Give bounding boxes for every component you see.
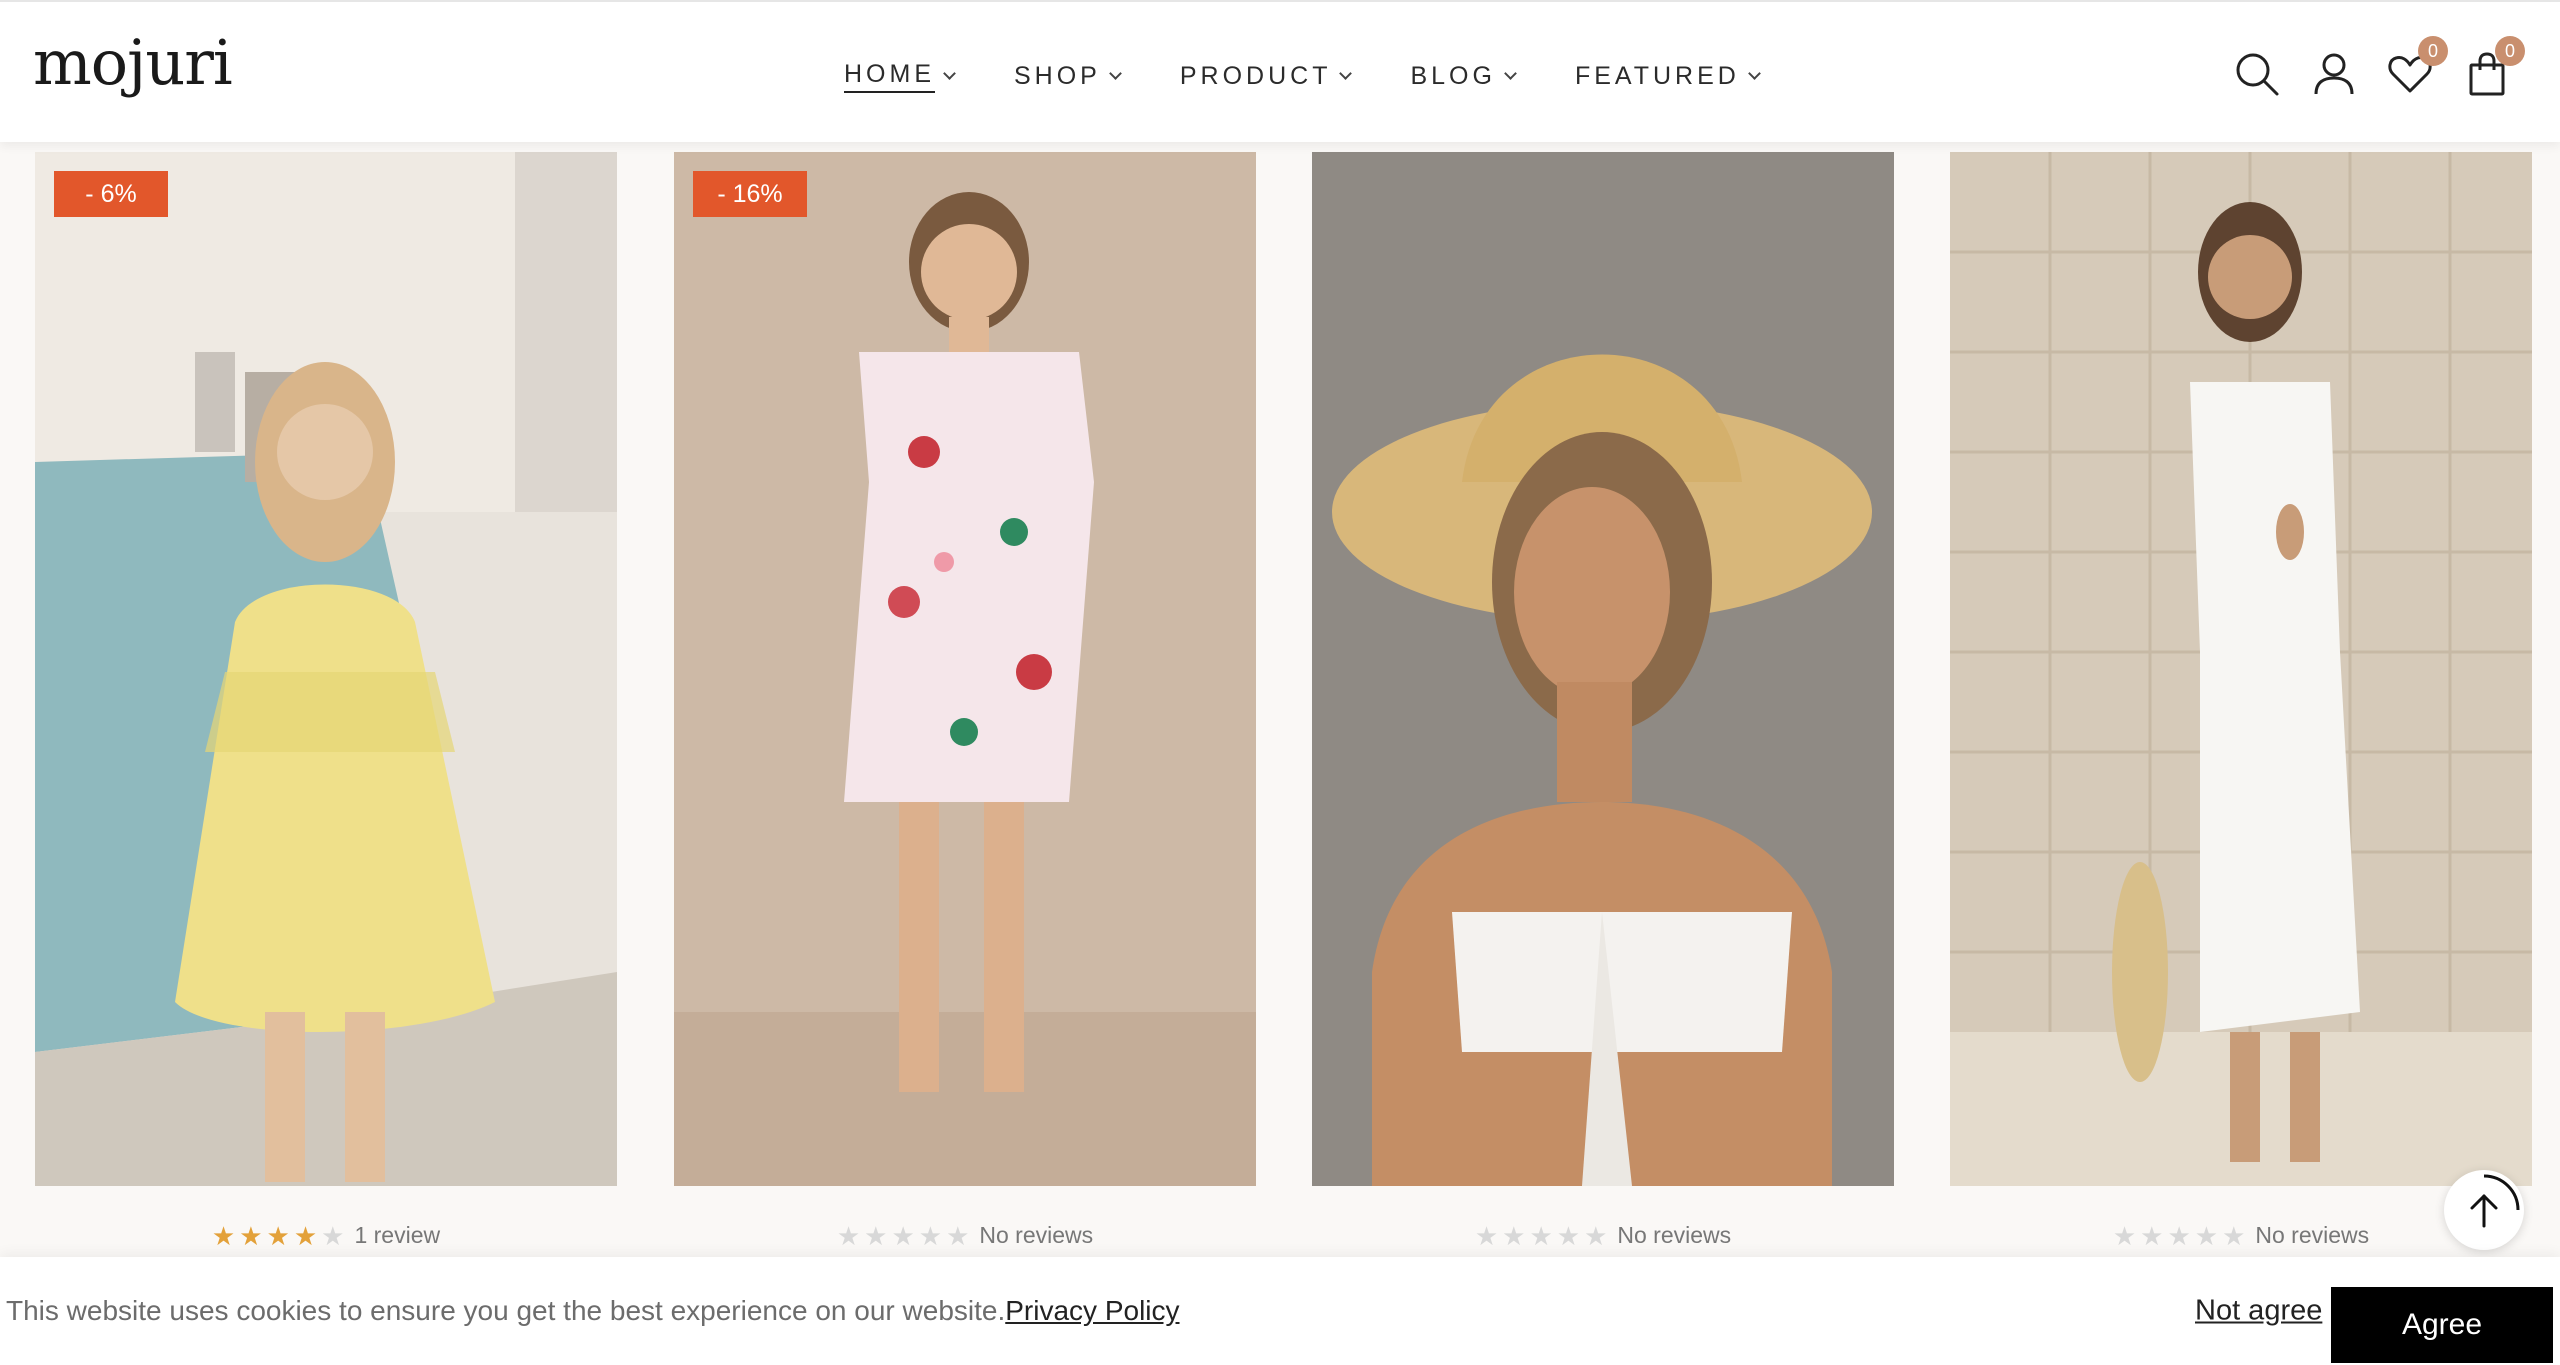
sale-badge: - 6% <box>54 171 168 217</box>
cart-count-badge: 0 <box>2495 36 2525 66</box>
star-icon: ★ <box>2167 1220 2191 1251</box>
product-card[interactable]: - 6% ★ ★ ★ ★ ★ 1 review <box>35 152 617 1249</box>
cart-button[interactable]: 0 <box>2463 36 2525 98</box>
star-icon: ★ <box>864 1220 888 1251</box>
nav-shop[interactable]: SHOP <box>1014 60 1122 93</box>
agree-button[interactable]: Agree <box>2331 1287 2553 1363</box>
sale-badge: - 16% <box>693 171 807 217</box>
cookie-text: This website uses cookies to ensure you … <box>6 1295 1006 1326</box>
product-card[interactable]: ★ ★ ★ ★ ★ No reviews <box>1950 152 2532 1249</box>
wishlist-count-badge: 0 <box>2418 36 2448 66</box>
main-nav: HOME SHOP PRODUCT BLOG FEATURED <box>844 60 1761 93</box>
scroll-top-button[interactable] <box>2444 1170 2524 1250</box>
review-count[interactable]: No reviews <box>979 1222 1093 1249</box>
star-icon: ★ <box>1474 1220 1499 1251</box>
site-header: mojuri HOME SHOP PRODUCT BLOG FEATURED 0… <box>0 0 2560 142</box>
star-icon: ★ <box>918 1220 943 1251</box>
star-icon: ★ <box>836 1220 861 1251</box>
chevron-down-icon <box>943 67 956 80</box>
star-icon: ★ <box>2140 1220 2164 1251</box>
star-icon: ★ <box>2112 1220 2137 1251</box>
star-icon: ★ <box>1502 1220 1526 1251</box>
chevron-down-icon <box>1747 67 1761 80</box>
nav-blog[interactable]: BLOG <box>1410 60 1517 93</box>
star-icon: ★ <box>321 1220 345 1251</box>
nav-blog-label: BLOG <box>1410 62 1496 90</box>
cookie-bar: This website uses cookies to ensure you … <box>0 1257 2560 1365</box>
review-count[interactable]: No reviews <box>1617 1222 1731 1249</box>
not-agree-button[interactable]: Not agree <box>2195 1295 2322 1328</box>
privacy-policy-link[interactable]: Privacy Policy <box>1005 1295 1179 1326</box>
product-image[interactable]: - 6% <box>35 152 617 1186</box>
product-rating: ★ ★ ★ ★ ★ No reviews <box>674 1222 1256 1249</box>
cookie-message: This website uses cookies to ensure you … <box>6 1295 1180 1327</box>
logo[interactable]: mojuri <box>33 32 233 94</box>
nav-product-label: PRODUCT <box>1179 62 1332 90</box>
review-count[interactable]: 1 review <box>354 1222 440 1249</box>
nav-featured-label: FEATURED <box>1574 62 1740 90</box>
chevron-down-icon <box>1504 67 1517 80</box>
star-icon: ★ <box>946 1220 970 1251</box>
star-icon: ★ <box>293 1220 318 1251</box>
nav-featured[interactable]: FEATURED <box>1574 60 1761 93</box>
product-card[interactable]: ★ ★ ★ ★ ★ No reviews <box>1312 152 1894 1249</box>
product-rating: ★ ★ ★ ★ ★ 1 review <box>35 1222 617 1249</box>
product-image[interactable] <box>1950 152 2532 1186</box>
nav-product[interactable]: PRODUCT <box>1179 60 1353 93</box>
search-icon[interactable] <box>2233 50 2281 98</box>
product-image[interactable]: - 16% <box>674 152 1256 1186</box>
nav-home-label: HOME <box>844 60 935 93</box>
star-icon: ★ <box>266 1220 290 1251</box>
arrow-up-icon <box>2470 1174 2520 1228</box>
product-image[interactable] <box>1312 152 1894 1186</box>
account-icon[interactable] <box>2310 50 2358 98</box>
star-icon: ★ <box>211 1220 236 1251</box>
star-icon: ★ <box>1529 1220 1553 1251</box>
product-rating: ★ ★ ★ ★ ★ No reviews <box>1312 1222 1894 1249</box>
star-icon: ★ <box>2222 1220 2246 1251</box>
review-count[interactable]: No reviews <box>2255 1222 2369 1249</box>
star-icon: ★ <box>2194 1220 2219 1251</box>
chevron-down-icon <box>1339 67 1353 80</box>
nav-shop-label: SHOP <box>1014 62 1101 90</box>
product-card[interactable]: - 16% ★ ★ ★ ★ ★ No reviews <box>674 152 1256 1249</box>
star-icon: ★ <box>239 1220 263 1251</box>
star-icon: ★ <box>1584 1220 1608 1251</box>
wishlist-button[interactable]: 0 <box>2386 36 2448 98</box>
star-icon: ★ <box>1556 1220 1581 1251</box>
nav-home[interactable]: HOME <box>844 60 956 93</box>
star-icon: ★ <box>891 1220 915 1251</box>
chevron-down-icon <box>1108 67 1122 80</box>
